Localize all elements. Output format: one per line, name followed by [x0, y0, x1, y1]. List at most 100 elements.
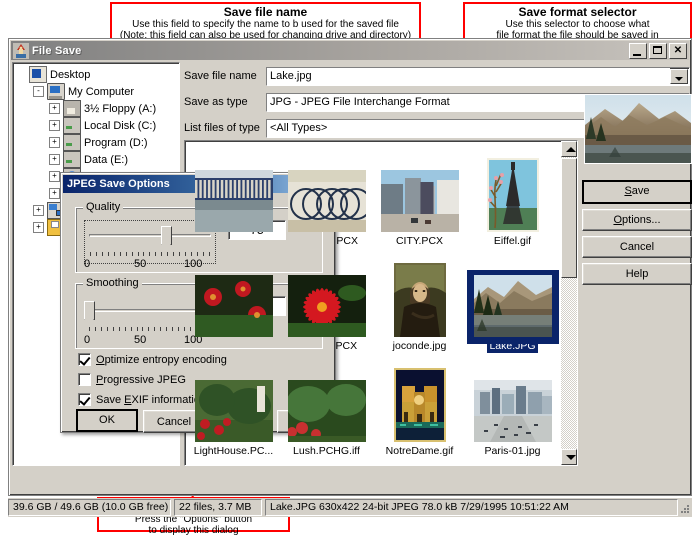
- drive-icon: [63, 134, 81, 151]
- file-list-scrollbar[interactable]: [561, 141, 577, 465]
- file-item[interactable]: NotreDame.gif: [373, 353, 466, 458]
- dialog-title: JPEG Save Options: [67, 178, 170, 190]
- scroll-down-button[interactable]: [561, 449, 577, 465]
- tree-item-label: Desktop: [50, 68, 91, 81]
- computer-icon: [47, 83, 65, 100]
- collapse-icon[interactable]: -: [33, 86, 44, 97]
- file-item[interactable]: Lake.JPG: [466, 248, 559, 353]
- window-titlebar[interactable]: File Save ✕: [11, 41, 689, 60]
- file-thumbnail: [473, 380, 552, 442]
- callout-save-format-selector: Save format selector Use this selector t…: [463, 2, 692, 41]
- expand-icon[interactable]: +: [49, 171, 60, 182]
- quality-slider-thumb[interactable]: [161, 226, 172, 250]
- expand-icon[interactable]: +: [33, 222, 44, 233]
- file-item[interactable]: Paris-01.jpg: [466, 353, 559, 458]
- dialog-ok-button[interactable]: OK: [76, 409, 138, 432]
- tree-item-local-disk-c[interactable]: + Local Disk (C:): [17, 117, 179, 134]
- expand-icon[interactable]: +: [49, 137, 60, 148]
- file-thumbnail: [393, 263, 446, 337]
- save-exif-checkbox-row[interactable]: Save EXIF information: [78, 393, 206, 406]
- tree-item-3-floppy-a[interactable]: +3½ Floppy (A:): [17, 100, 179, 117]
- status-file-info: Lake.JPG 630x422 24-bit JPEG 78.0 kB 7/2…: [265, 499, 678, 516]
- file-thumbnail: [380, 170, 459, 232]
- save-exif-label: Save EXIF information: [96, 393, 207, 406]
- help-button[interactable]: Help: [582, 263, 692, 285]
- expand-icon[interactable]: +: [33, 205, 44, 216]
- save-file-name-input[interactable]: Lake.jpg: [266, 66, 690, 86]
- tree-item-my-computer[interactable]: - My Computer: [17, 83, 179, 100]
- list-files-of-type-label: List files of type: [184, 122, 260, 134]
- file-name-label: Lush.PCHG.iff: [293, 445, 360, 457]
- quality-tick-labels: 0 50 100: [84, 258, 224, 272]
- file-thumbnail: [466, 270, 559, 344]
- file-name-label: Paris-01.jpg: [484, 445, 541, 457]
- save-button[interactable]: Save: [582, 180, 692, 204]
- callout-line-1: Use this field to specify the name to b …: [132, 19, 399, 30]
- side-button-column: Save Options... Cancel Help: [582, 180, 692, 290]
- tree-item-data-e[interactable]: + Data (E:): [17, 151, 179, 168]
- file-thumbnail: [287, 380, 366, 442]
- cancel-button[interactable]: Cancel: [582, 236, 692, 258]
- save-file-name-label: Save file name: [184, 70, 257, 82]
- save-exif-checkbox[interactable]: [78, 393, 91, 406]
- file-thumbnail: [486, 158, 539, 232]
- tree-item-desktop[interactable]: Desktop: [17, 66, 179, 83]
- tree-item-label: Data (E:): [84, 153, 129, 166]
- smoothing-tick-mid: 50: [134, 334, 147, 346]
- window-controls: ✕: [629, 42, 687, 59]
- file-name-label: Eiffel.gif: [493, 235, 532, 247]
- callout-title: Save file name: [223, 5, 308, 19]
- quality-tick-max: 100: [184, 258, 203, 270]
- floppy-icon: [63, 100, 81, 117]
- file-thumbnail-list[interactable]: Bridge.PCX Bicycles.PCX CITY.PCX Eiffel.…: [184, 140, 578, 466]
- optimize-entropy-checkbox-row[interactable]: Optimize entropy encoding: [78, 353, 227, 366]
- progressive-jpeg-checkbox[interactable]: [78, 373, 91, 386]
- window-title: File Save: [32, 44, 82, 57]
- status-file-count: 22 files, 3.7 MB: [174, 499, 262, 516]
- file-item[interactable]: CITY.PCX: [373, 143, 466, 248]
- close-button[interactable]: ✕: [669, 42, 687, 59]
- file-item[interactable]: joconde.jpg: [373, 248, 466, 353]
- expand-icon[interactable]: +: [49, 120, 60, 131]
- callout-title: Save format selector: [518, 5, 637, 19]
- optimize-entropy-checkbox[interactable]: [78, 353, 91, 366]
- expand-icon[interactable]: +: [49, 154, 60, 165]
- callout-line-2: to display this dialog: [148, 525, 239, 536]
- callout-line-1: Use this selector to choose what: [505, 19, 650, 30]
- file-thumbnail: [287, 275, 366, 337]
- scroll-up-button[interactable]: [561, 141, 577, 157]
- callout-save-file-name: Save file name Use this field to specify…: [110, 2, 421, 41]
- file-thumbnail: [287, 170, 366, 232]
- smoothing-slider-thumb[interactable]: [84, 301, 95, 325]
- file-name-label: LightHouse.PC...: [193, 445, 274, 457]
- file-name-label: NotreDame.gif: [385, 445, 454, 457]
- options-button[interactable]: Options...: [582, 209, 692, 231]
- image-preview: [584, 94, 692, 164]
- options-button-label-rest: ptions...: [622, 214, 661, 226]
- expand-icon[interactable]: +: [49, 188, 60, 199]
- tree-item-program-d[interactable]: + Program (D:): [17, 134, 179, 151]
- progressive-jpeg-label: Progressive JPEG: [96, 373, 186, 386]
- desktop-icon: [29, 66, 47, 83]
- save-button-label-rest: ave: [631, 185, 650, 197]
- quality-ticks: [90, 252, 210, 256]
- drive-icon: [63, 117, 81, 134]
- status-bar: 39.6 GB / 49.6 GB (10.0 GB free) 22 file…: [8, 498, 692, 517]
- drive-icon: [63, 151, 81, 168]
- optimize-entropy-label: Optimize entropy encoding: [96, 353, 227, 366]
- file-name-label: CITY.PCX: [395, 235, 444, 247]
- chevron-down-icon[interactable]: [670, 68, 688, 84]
- file-item[interactable]: Eiffel.gif: [466, 143, 559, 248]
- expand-icon[interactable]: +: [49, 103, 60, 114]
- file-thumbnail: [194, 275, 273, 337]
- tree-item-label: 3½ Floppy (A:): [84, 102, 157, 115]
- file-thumbnail: [393, 368, 446, 442]
- quality-tick-min: 0: [84, 258, 91, 270]
- resize-grip[interactable]: [678, 504, 690, 516]
- file-thumbnail: [194, 170, 273, 232]
- scrollbar-thumb[interactable]: [561, 158, 577, 278]
- maximize-button[interactable]: [649, 42, 667, 59]
- minimize-button[interactable]: [629, 42, 647, 59]
- thumbnail-grid: Bridge.PCX Bicycles.PCX CITY.PCX Eiffel.…: [187, 143, 561, 458]
- progressive-jpeg-checkbox-row[interactable]: Progressive JPEG: [78, 373, 186, 386]
